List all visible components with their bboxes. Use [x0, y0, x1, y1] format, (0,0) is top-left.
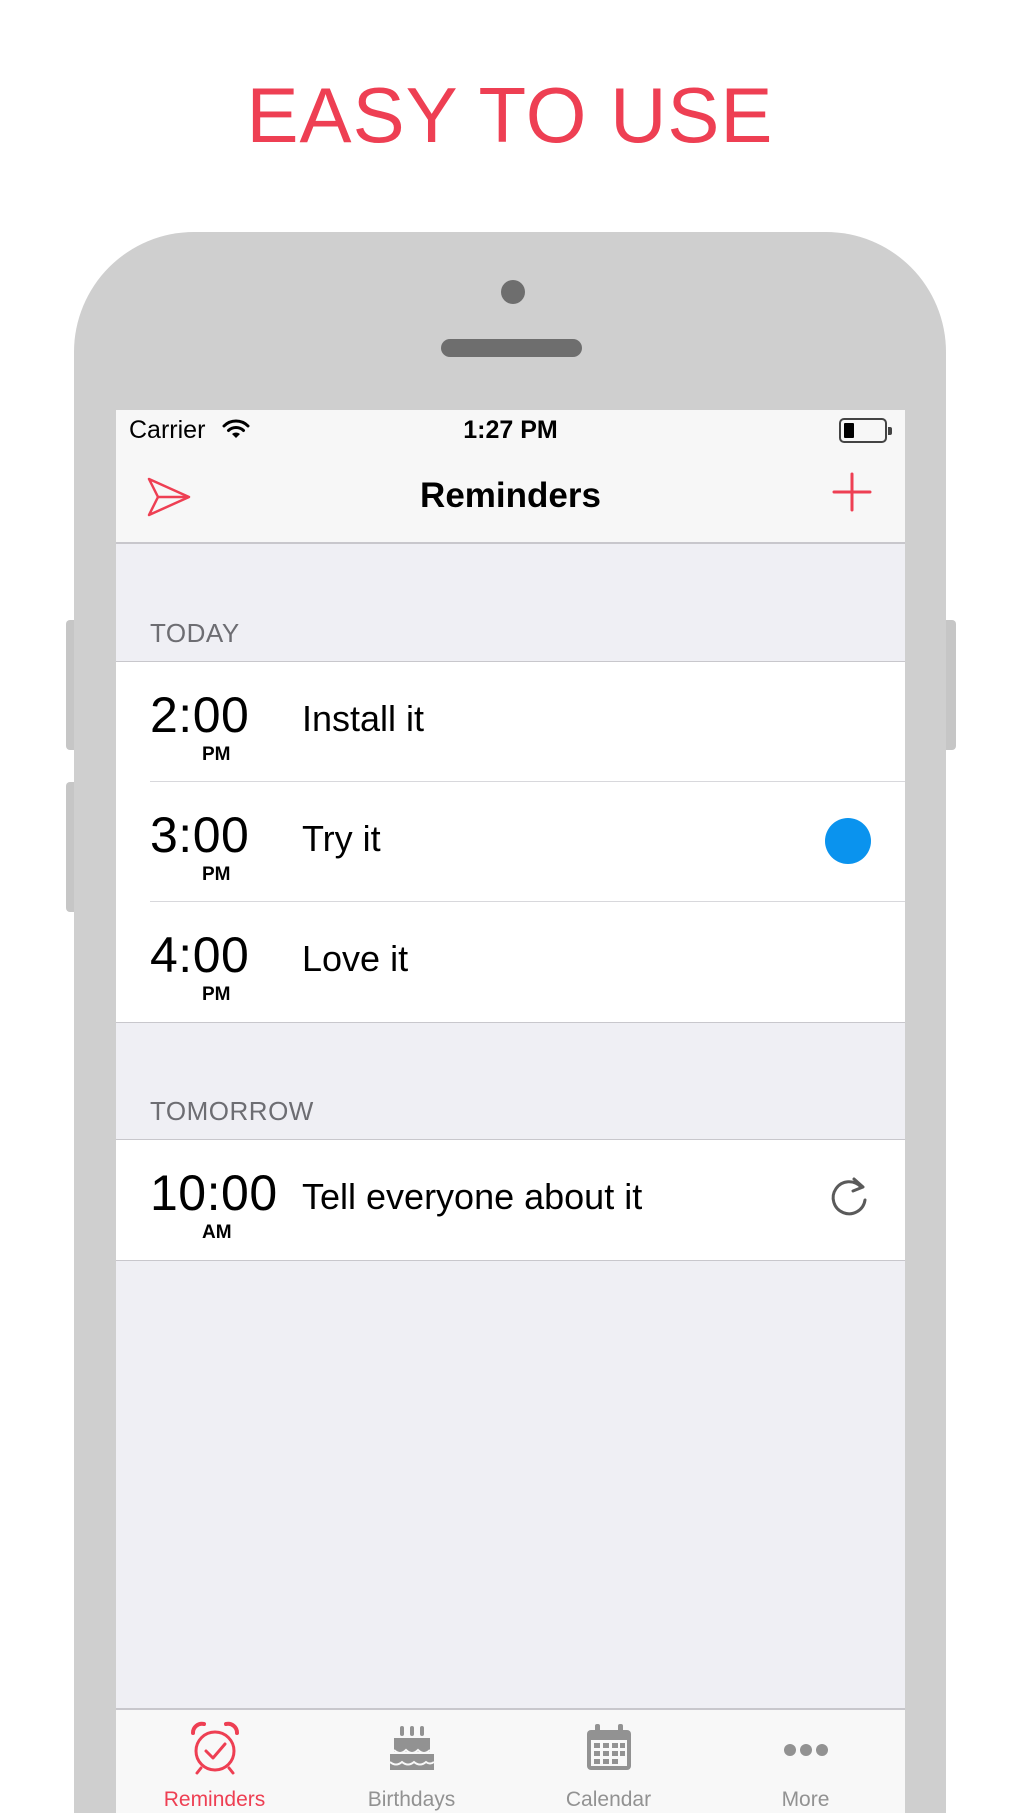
reminder-time: 2:00	[150, 687, 250, 743]
reminder-title: Love it	[302, 938, 409, 979]
reminder-row[interactable]: 2:00 PM Install it	[116, 662, 905, 782]
tab-calendar[interactable]: Calendar	[510, 1710, 707, 1813]
tab-birthdays[interactable]: Birthdays	[313, 1710, 510, 1813]
reminder-ampm: AM	[202, 1222, 232, 1243]
more-icon	[784, 1744, 828, 1756]
reminder-time: 3:00	[150, 807, 250, 863]
status-time: 1:27 PM	[463, 416, 558, 444]
tab-reminders[interactable]: Reminders	[116, 1710, 313, 1813]
reminder-ampm: PM	[202, 864, 231, 885]
reminder-time: 10:00	[150, 1165, 278, 1221]
tab-label: Reminders	[163, 1788, 266, 1811]
earpiece-speaker	[441, 339, 582, 357]
calendar-icon	[587, 1724, 631, 1770]
status-bar: Carrier 1:27 PM	[116, 410, 905, 452]
tab-more[interactable]: More	[707, 1710, 904, 1813]
reminder-row[interactable]: 3:00 PM Try it	[116, 782, 905, 902]
plus-icon[interactable]	[832, 472, 872, 512]
cake-icon	[389, 1726, 435, 1770]
page-title: Reminders	[420, 476, 601, 515]
blue-dot-indicator	[825, 818, 871, 864]
reminder-ampm: PM	[202, 984, 231, 1005]
reminder-row[interactable]: 10:00 AM Tell everyone about it	[116, 1140, 905, 1260]
front-camera	[501, 280, 525, 304]
battery-icon	[839, 418, 892, 443]
reminder-title: Try it	[302, 818, 381, 859]
reminder-time: 4:00	[150, 927, 250, 983]
tab-bar: Reminders Birthdays Calendar More	[116, 1708, 905, 1813]
repeat-icon	[831, 1177, 867, 1216]
reminder-title: Install it	[302, 698, 425, 739]
phone-screen: Carrier 1:27 PM Reminders TODAY 2:00 PM …	[116, 410, 905, 1813]
reminder-ampm: PM	[202, 744, 231, 765]
tab-label: More	[781, 1788, 830, 1811]
section-header-tomorrow: TOMORROW	[150, 1096, 314, 1126]
alarm-clock-icon	[191, 1721, 239, 1775]
tab-label: Birthdays	[367, 1788, 456, 1811]
reminders-group-tomorrow: 10:00 AM Tell everyone about it	[116, 1139, 905, 1261]
reminders-group-today: 2:00 PM Install it 3:00 PM Try it 4:00 P…	[116, 661, 905, 1023]
reminder-title: Tell everyone about it	[302, 1176, 643, 1217]
navigation-bar: Reminders	[116, 452, 905, 544]
reminder-row[interactable]: 4:00 PM Love it	[116, 902, 905, 1022]
section-header-today: TODAY	[150, 618, 240, 648]
headline: EASY TO USE	[246, 71, 774, 159]
tab-label: Calendar	[565, 1788, 652, 1811]
